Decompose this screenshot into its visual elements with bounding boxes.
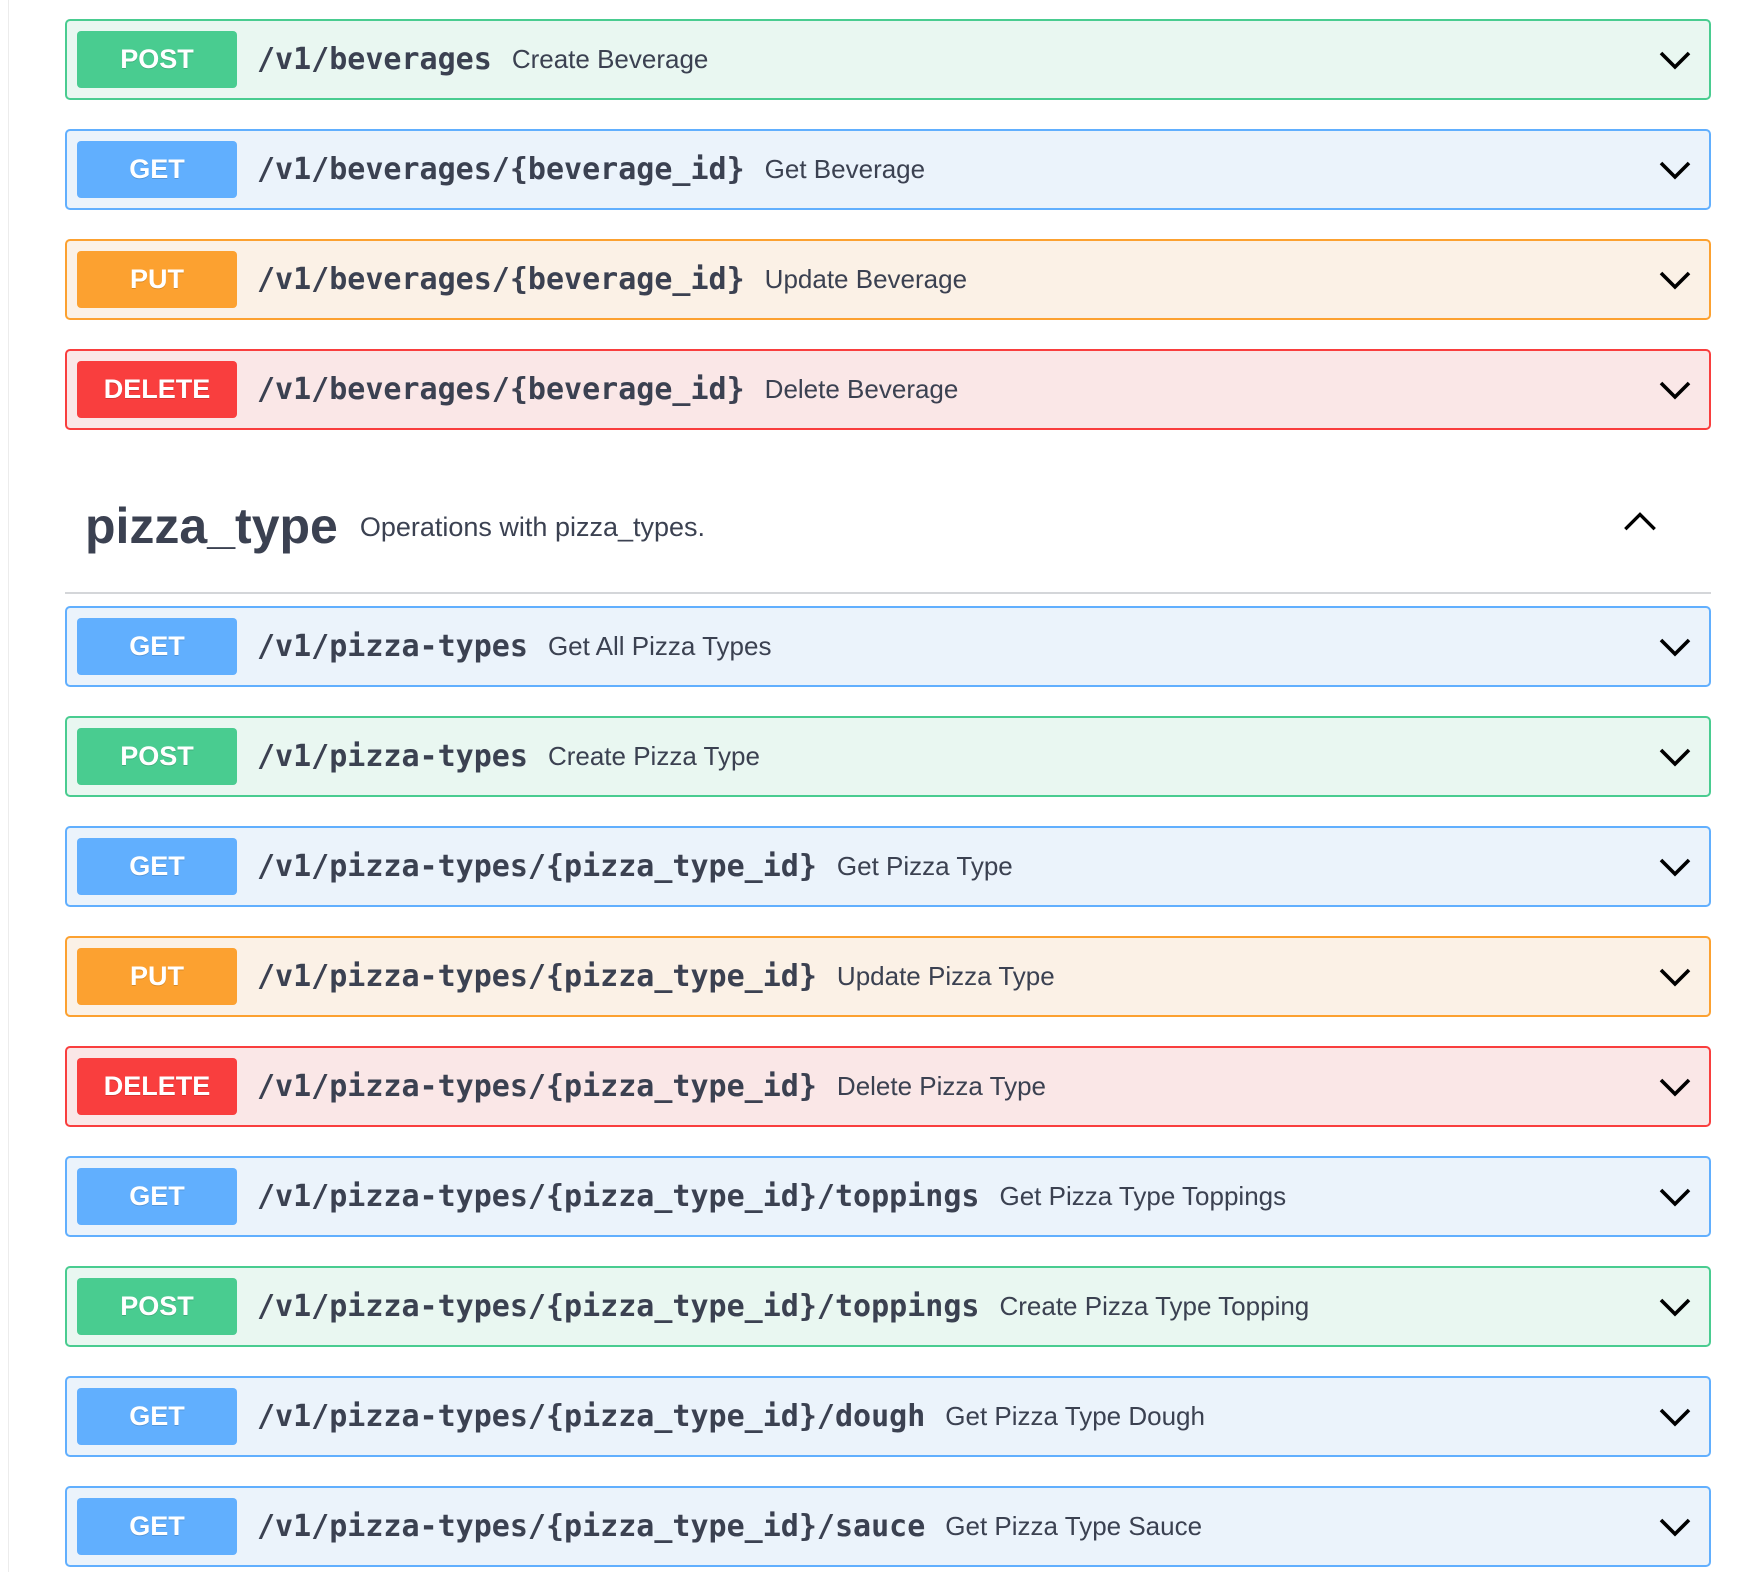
operation-get-pizza-type-sauce[interactable]: GET /v1/pizza-types/{pizza_type_id}/sauc… bbox=[65, 1486, 1711, 1567]
operation-summary: Get Beverage bbox=[764, 154, 926, 184]
operation-put-beverage[interactable]: PUT /v1/beverages/{beverage_id} Update B… bbox=[65, 239, 1711, 320]
chevron-down-icon[interactable] bbox=[1655, 1397, 1695, 1437]
operation-path: /v1/pizza-types/{pizza_type_id}/toppings bbox=[257, 1179, 980, 1214]
chevron-down-icon[interactable] bbox=[1655, 150, 1695, 190]
operation-post-beverages[interactable]: POST /v1/beverages Create Beverage bbox=[65, 19, 1711, 100]
operation-get-beverage[interactable]: GET /v1/beverages/{beverage_id} Get Beve… bbox=[65, 129, 1711, 210]
operation-post-pizza-type-topping[interactable]: POST /v1/pizza-types/{pizza_type_id}/top… bbox=[65, 1266, 1711, 1347]
chevron-down-icon[interactable] bbox=[1655, 40, 1695, 80]
operation-summary: Get All Pizza Types bbox=[547, 631, 772, 661]
chevron-down-icon[interactable] bbox=[1655, 737, 1695, 777]
operation-summary: Create Pizza Type bbox=[547, 741, 760, 771]
operation-path: /v1/pizza-types bbox=[257, 629, 528, 664]
operation-summary: Create Beverage bbox=[511, 44, 709, 74]
chevron-down-icon[interactable] bbox=[1655, 627, 1695, 667]
section-description: Operations with pizza_types. bbox=[359, 512, 706, 542]
operation-post-pizza-types[interactable]: POST /v1/pizza-types Create Pizza Type bbox=[65, 716, 1711, 797]
operation-path: /v1/beverages/{beverage_id} bbox=[257, 152, 745, 187]
operation-path: /v1/beverages bbox=[257, 42, 492, 77]
operation-path: /v1/pizza-types/{pizza_type_id}/sauce bbox=[257, 1509, 926, 1544]
method-badge: PUT bbox=[77, 251, 237, 308]
method-badge: GET bbox=[77, 1168, 237, 1225]
operation-delete-pizza-type[interactable]: DELETE /v1/pizza-types/{pizza_type_id} D… bbox=[65, 1046, 1711, 1127]
method-badge: PUT bbox=[77, 948, 237, 1005]
section-header-pizza-type[interactable]: pizza_type Operations with pizza_types. bbox=[65, 459, 1711, 594]
operation-path: /v1/pizza-types bbox=[257, 739, 528, 774]
operation-get-pizza-type-toppings[interactable]: GET /v1/pizza-types/{pizza_type_id}/topp… bbox=[65, 1156, 1711, 1237]
operation-path: /v1/pizza-types/{pizza_type_id}/dough bbox=[257, 1399, 926, 1434]
swagger-page: POST /v1/beverages Create Beverage GET /… bbox=[0, 0, 1764, 1572]
chevron-down-icon[interactable] bbox=[1655, 1507, 1695, 1547]
method-badge: DELETE bbox=[77, 361, 237, 418]
operation-summary: Delete Beverage bbox=[764, 374, 959, 404]
operations-content: POST /v1/beverages Create Beverage GET /… bbox=[65, 19, 1711, 1572]
operation-summary: Get Pizza Type Dough bbox=[945, 1401, 1205, 1431]
operation-path: /v1/pizza-types/{pizza_type_id} bbox=[257, 849, 817, 884]
operation-put-pizza-type[interactable]: PUT /v1/pizza-types/{pizza_type_id} Upda… bbox=[65, 936, 1711, 1017]
operation-get-pizza-type[interactable]: GET /v1/pizza-types/{pizza_type_id} Get … bbox=[65, 826, 1711, 907]
method-badge: GET bbox=[77, 1498, 237, 1555]
section-title: pizza_type bbox=[85, 497, 338, 554]
operation-get-pizza-type-dough[interactable]: GET /v1/pizza-types/{pizza_type_id}/doug… bbox=[65, 1376, 1711, 1457]
chevron-down-icon[interactable] bbox=[1655, 957, 1695, 997]
method-badge: DELETE bbox=[77, 1058, 237, 1115]
operation-summary: Create Pizza Type Topping bbox=[999, 1291, 1310, 1321]
operation-summary: Get Pizza Type Sauce bbox=[945, 1511, 1203, 1541]
operation-get-pizza-types[interactable]: GET /v1/pizza-types Get All Pizza Types bbox=[65, 606, 1711, 687]
chevron-down-icon[interactable] bbox=[1655, 370, 1695, 410]
method-badge: GET bbox=[77, 618, 237, 675]
method-badge: POST bbox=[77, 31, 237, 88]
operation-path: /v1/beverages/{beverage_id} bbox=[257, 372, 745, 407]
operation-summary: Update Pizza Type bbox=[836, 961, 1055, 991]
chevron-down-icon[interactable] bbox=[1655, 260, 1695, 300]
operation-path: /v1/pizza-types/{pizza_type_id} bbox=[257, 1069, 817, 1104]
operation-path: /v1/beverages/{beverage_id} bbox=[257, 262, 745, 297]
operation-summary: Update Beverage bbox=[764, 264, 968, 294]
operation-delete-beverage[interactable]: DELETE /v1/beverages/{beverage_id} Delet… bbox=[65, 349, 1711, 430]
operation-path: /v1/pizza-types/{pizza_type_id} bbox=[257, 959, 817, 994]
method-badge: POST bbox=[77, 728, 237, 785]
left-divider bbox=[8, 0, 9, 1572]
method-badge: GET bbox=[77, 1388, 237, 1445]
method-badge: POST bbox=[77, 1278, 237, 1335]
chevron-up-icon[interactable] bbox=[1619, 500, 1661, 542]
operation-summary: Delete Pizza Type bbox=[836, 1071, 1047, 1101]
chevron-down-icon[interactable] bbox=[1655, 1067, 1695, 1107]
chevron-down-icon[interactable] bbox=[1655, 847, 1695, 887]
chevron-down-icon[interactable] bbox=[1655, 1287, 1695, 1327]
chevron-down-icon[interactable] bbox=[1655, 1177, 1695, 1217]
method-badge: GET bbox=[77, 838, 237, 895]
operation-path: /v1/pizza-types/{pizza_type_id}/toppings bbox=[257, 1289, 980, 1324]
operation-summary: Get Pizza Type Toppings bbox=[999, 1181, 1287, 1211]
method-badge: GET bbox=[77, 141, 237, 198]
operation-summary: Get Pizza Type bbox=[836, 851, 1013, 881]
